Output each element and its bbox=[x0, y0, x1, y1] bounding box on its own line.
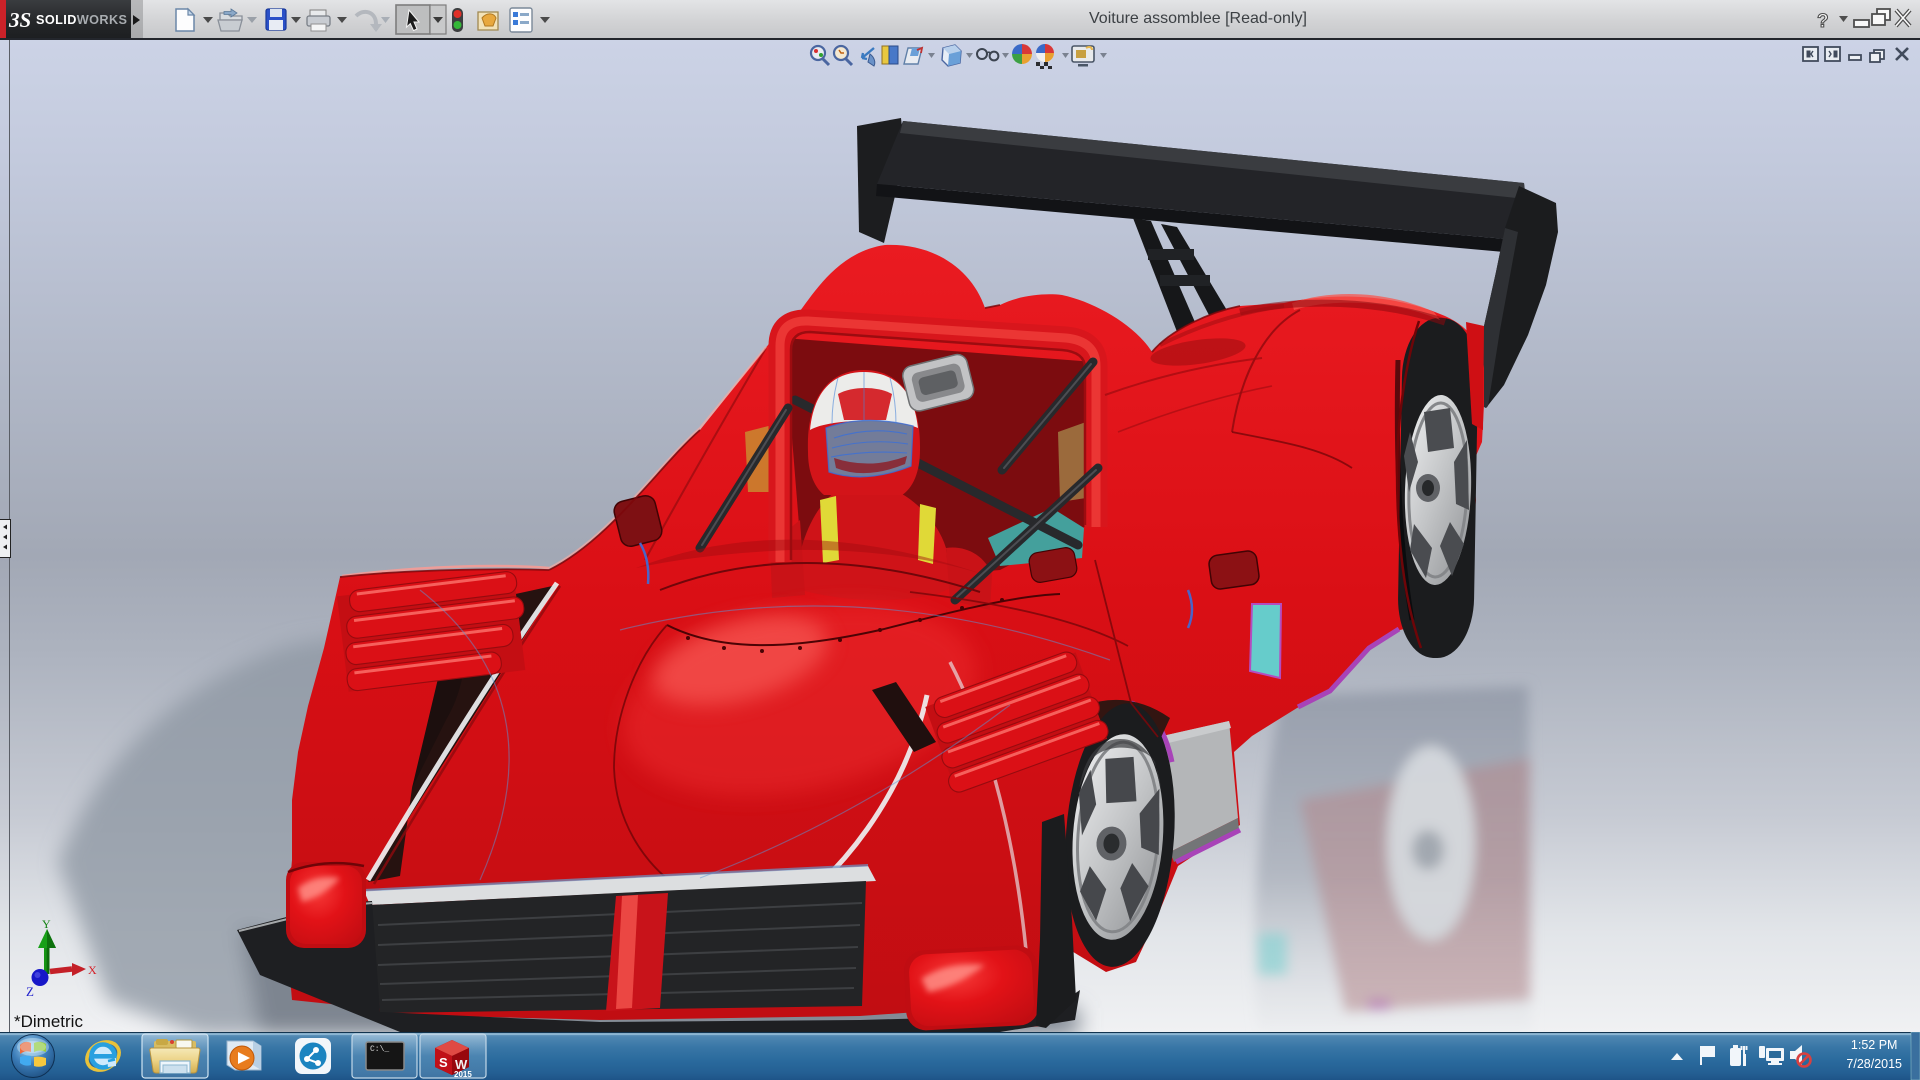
svg-text:2015: 2015 bbox=[454, 1070, 472, 1079]
svg-text:S: S bbox=[439, 1055, 448, 1070]
svg-text:C:\_: C:\_ bbox=[370, 1045, 389, 1054]
svg-text:?: ? bbox=[1817, 11, 1829, 32]
